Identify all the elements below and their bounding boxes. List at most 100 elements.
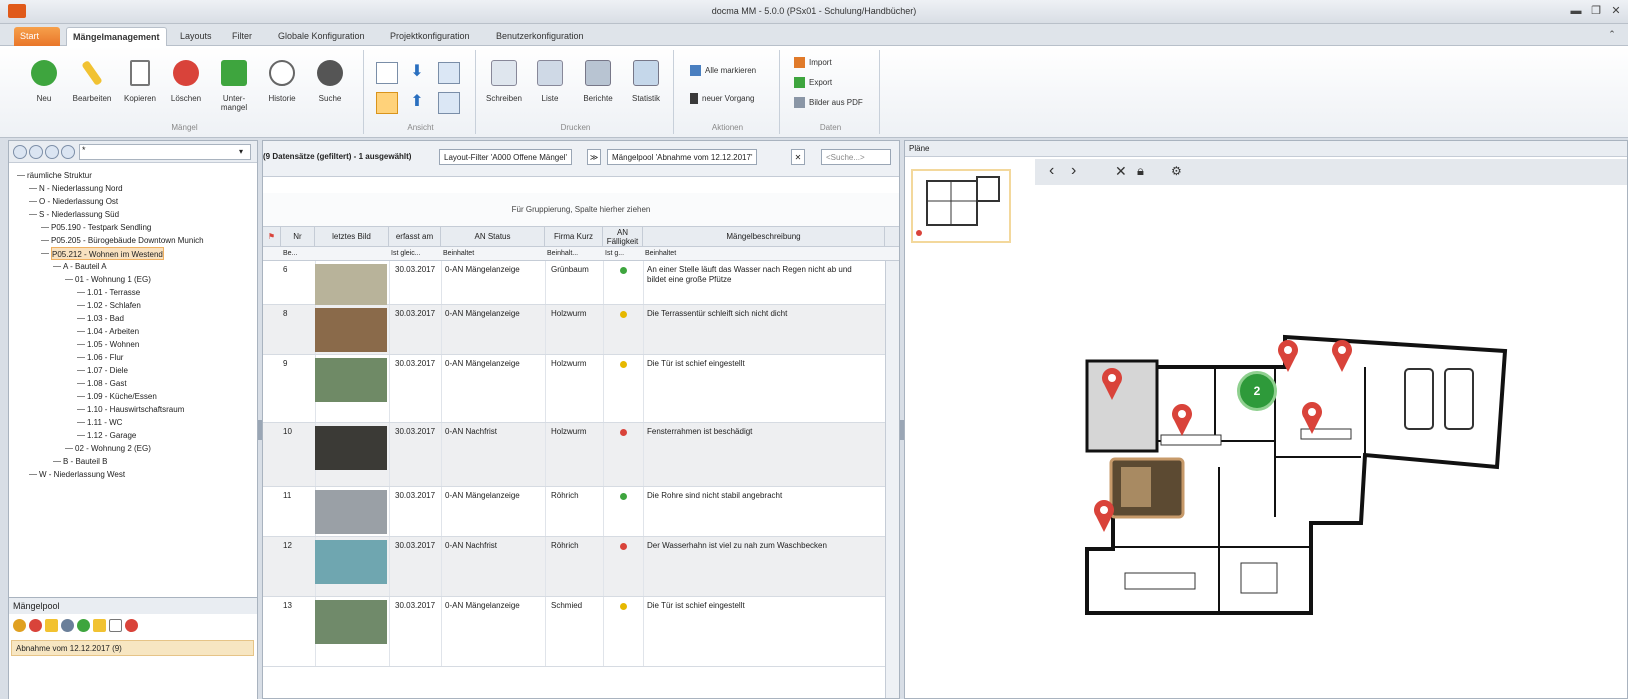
tree-node[interactable]: 1.01 - Terrasse [87, 286, 140, 299]
pool-edit-icon[interactable] [93, 619, 106, 632]
tab-layouts[interactable]: Layouts [174, 27, 218, 46]
defect-photo[interactable] [315, 358, 387, 402]
tree-node[interactable]: 02 - Wohnung 2 (EG) [75, 442, 151, 455]
pool-filter-icon[interactable] [45, 619, 58, 632]
tab-benutzerkonfiguration[interactable]: Benutzerkonfiguration [490, 27, 590, 46]
plan-thumbnail[interactable] [911, 169, 1011, 243]
floor-plan[interactable]: 2 [1065, 317, 1523, 643]
history-button[interactable]: Historie [260, 60, 304, 103]
filter-an-status[interactable]: Beinhaltet [441, 247, 545, 261]
tree-node[interactable]: P05.190 - Testpark Sendling [51, 221, 151, 234]
table-row[interactable]: 11 30.03.2017 0-AN Mängelanzeige Röhrich Die… [263, 487, 885, 537]
tree-node[interactable]: 1.12 - Garage [87, 429, 136, 442]
tree-node[interactable]: A - Bauteil A [63, 260, 107, 273]
col-letztes-bild[interactable]: letztes Bild [315, 227, 389, 247]
search-icon[interactable] [29, 145, 43, 159]
tree-node[interactable]: W - Niederlassung West [39, 468, 125, 481]
table-row[interactable]: 13 30.03.2017 0-AN Mängelanzeige Schmied Die… [263, 597, 885, 667]
sort-down-icon[interactable] [45, 145, 59, 159]
statistics-button[interactable]: Statistik [624, 60, 668, 103]
arrow-up-icon[interactable]: ⬆ [406, 92, 428, 114]
tree-node[interactable]: S - Niederlassung Süd [39, 208, 119, 221]
col-maengelbeschreibung[interactable]: Mängelbeschreibung [643, 227, 885, 247]
defect-photo[interactable] [315, 426, 387, 470]
defect-pin-icon[interactable] [1101, 367, 1123, 403]
write-button[interactable]: Schreiben [482, 60, 526, 103]
tree-node[interactable]: P05.212 - Wohnen im Westend [51, 247, 164, 260]
col-an-faelligkeit[interactable]: AN Fälligkeit [603, 227, 643, 247]
col-nr[interactable]: Nr [281, 227, 315, 247]
lock-icon[interactable]: 🔒︎ [1137, 163, 1144, 179]
filter-erfasst-am[interactable]: Ist gleic... [389, 247, 441, 261]
splitter-right-handle[interactable] [900, 420, 904, 440]
tree-node[interactable]: 1.05 - Wohnen [87, 338, 139, 351]
tree-node[interactable]: 1.03 - Bad [87, 312, 124, 325]
splitter-left-handle[interactable] [258, 420, 262, 440]
tree-node[interactable]: B - Bauteil B [63, 455, 107, 468]
new-process-button[interactable]: neuer Vorgang [690, 92, 755, 106]
tab-projektkonfiguration[interactable]: Projektkonfiguration [384, 27, 476, 46]
defect-photo[interactable] [315, 264, 387, 308]
table-row[interactable]: 10 30.03.2017 0-AN Nachfrist Holzwurm Fenste… [263, 423, 885, 487]
tree-node[interactable]: 1.04 - Arbeiten [87, 325, 139, 338]
tree-filter-input[interactable]: * [79, 144, 251, 160]
chevron-down-icon[interactable]: ▾ [239, 147, 243, 156]
defect-photo[interactable] [315, 600, 387, 644]
pool-icon-2[interactable] [29, 619, 42, 632]
vertical-scrollbar[interactable] [885, 261, 899, 698]
tree-node[interactable]: 1.07 - Diele [87, 364, 128, 377]
pool-filter-remove-icon[interactable]: ✕ [791, 149, 805, 165]
table-row[interactable]: 8 30.03.2017 0-AN Mängelanzeige Holzwurm Die… [263, 305, 885, 355]
group-by-hint[interactable]: Für Gruppierung, Spalte hierher ziehen [263, 193, 899, 227]
tab-start[interactable]: Start [14, 27, 60, 46]
settings-icon[interactable] [13, 145, 27, 159]
tree-node[interactable]: 1.09 - Küche/Essen [87, 390, 157, 403]
defect-pin-icon[interactable] [1331, 339, 1353, 375]
close-plan-icon[interactable]: ✕ [1115, 163, 1127, 179]
col-erfasst-am[interactable]: erfasst am [389, 227, 441, 247]
defect-photo[interactable] [315, 308, 387, 352]
pool-copy-icon[interactable] [109, 619, 122, 632]
filter-nr[interactable]: Be... [281, 247, 315, 261]
reports-button[interactable]: Berichte [576, 60, 620, 103]
tree-node[interactable]: 1.06 - Flur [87, 351, 123, 364]
view-split-button[interactable] [376, 92, 398, 114]
filter-beschreibung[interactable]: Beinhaltet [643, 247, 885, 261]
new-button[interactable]: Neu [22, 60, 66, 103]
tab-globale-konfiguration[interactable]: Globale Konfiguration [272, 27, 371, 46]
tree-node[interactable]: 1.02 - Schlafen [87, 299, 141, 312]
images-from-pdf-button[interactable]: Bilder aus PDF [794, 96, 863, 110]
view-form-button[interactable] [438, 92, 460, 114]
tree-node[interactable]: N - Niederlassung Nord [39, 182, 123, 195]
search-button[interactable]: Suche [308, 60, 352, 103]
tree-node[interactable]: O - Niederlassung Ost [39, 195, 118, 208]
table-row[interactable]: 6 30.03.2017 0-AN Mängelanzeige Grünbaum An … [263, 261, 885, 308]
ribbon-collapse-icon[interactable]: ⌃ [1604, 27, 1620, 41]
import-button[interactable]: Import [794, 56, 832, 70]
col-firma-kurz[interactable]: Firma Kurz [545, 227, 603, 247]
pool-delete-icon[interactable] [125, 619, 138, 632]
export-button[interactable]: Export [794, 76, 832, 90]
filter-firma[interactable]: Beinhalt... [545, 247, 603, 261]
tree-node[interactable]: 1.08 - Gast [87, 377, 127, 390]
defects-search-input[interactable]: <Suche...> [821, 149, 891, 165]
next-icon[interactable]: › [1071, 163, 1076, 179]
delete-button[interactable]: Löschen [164, 60, 208, 103]
tree-node[interactable]: räumliche Struktur [27, 169, 92, 182]
prev-icon[interactable]: ‹ [1049, 163, 1054, 179]
tree-node[interactable]: P05.205 - Bürogebäude Downtown Munich [51, 234, 204, 247]
edit-button[interactable]: Bearbeiten [70, 60, 114, 103]
tree-node[interactable]: 1.11 - WC [87, 416, 122, 429]
pool-icon-1[interactable] [13, 619, 26, 632]
defect-pin-icon[interactable] [1301, 401, 1323, 437]
minimize-icon[interactable]: ▬ [1568, 4, 1584, 18]
view-detail-button[interactable] [438, 62, 460, 84]
defect-photo[interactable] [315, 490, 387, 534]
list-print-button[interactable]: Liste [528, 60, 572, 103]
tab-maengelmanagement[interactable]: Mängelmanagement [66, 27, 167, 46]
defect-pin-icon[interactable] [1171, 403, 1193, 439]
column-chooser-icon[interactable]: ⚑ [263, 227, 281, 247]
maengelpool-selected-item[interactable]: Abnahme vom 12.12.2017 (9) [11, 640, 254, 656]
layout-filter-chip[interactable]: Layout-Filter 'A000 Offene Mängel' [439, 149, 572, 165]
pool-filter-chip[interactable]: Mängelpool 'Abnahme vom 12.12.2017' [607, 149, 758, 165]
